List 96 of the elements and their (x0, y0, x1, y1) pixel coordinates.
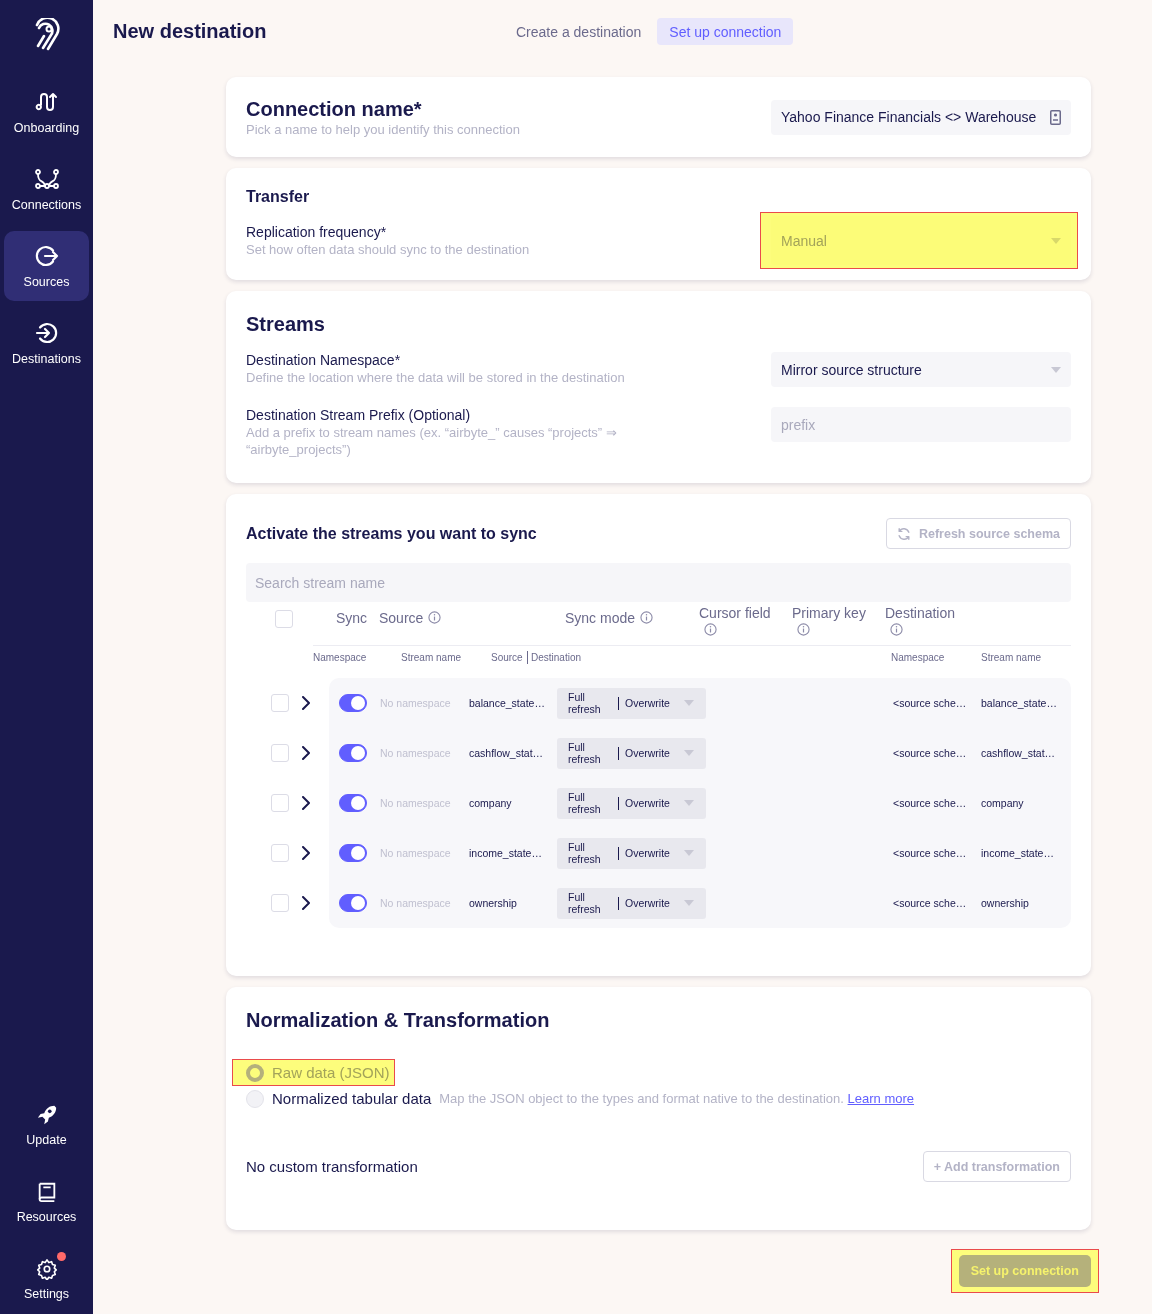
destination-namespace-cell-text: <source sche… (893, 847, 968, 859)
row-checkbox[interactable] (271, 844, 289, 862)
column-header: Destination (885, 605, 956, 621)
sync-mode-dropdown[interactable]: Full refresh Overwrite (557, 887, 706, 919)
sync-mode-dropdown[interactable]: Full refresh Overwrite (557, 737, 706, 769)
destination-stream-cell-text: cashflow_stat… (981, 747, 1057, 759)
step-tab[interactable]: Create a destination (504, 18, 654, 45)
sidebar-item[interactable]: Connections (4, 154, 89, 224)
destination-stream-cell-text: income_state… (981, 847, 1055, 859)
field-value: Yahoo Finance Financials <> Warehouse (781, 109, 1037, 125)
field-label: Replication frequency* (246, 223, 388, 241)
chevron-right-icon[interactable] (302, 746, 310, 760)
sync-toggle[interactable] (339, 794, 367, 812)
search-field[interactable]: Search stream name (246, 563, 1071, 602)
sidebar-item[interactable]: Resources (4, 1167, 89, 1237)
sync-mode-dropdown[interactable]: Full refresh Overwrite (557, 837, 706, 869)
field-label: Destination Namespace* (246, 352, 402, 369)
step-tab[interactable]: Set up connection (657, 18, 794, 45)
namespace-dropdown[interactable]: Mirror source structure (771, 352, 1071, 387)
sidebar-item[interactable]: Update (4, 1090, 89, 1160)
caret-down-icon (684, 900, 694, 906)
card-title: Normalization & Transformation (246, 1008, 551, 1032)
sync-toggle[interactable] (339, 894, 367, 912)
page-title: New destination (113, 19, 268, 44)
subcolumn-header: Stream name (401, 651, 463, 663)
sync-mode-dropdown[interactable]: Full refresh Overwrite (557, 787, 706, 819)
caret-down-icon (684, 800, 694, 806)
destination-namespace-cell-text: <source sche… (893, 747, 968, 759)
hint-text: Define the location where the data will be stored in the destination (246, 369, 626, 386)
subcolumn-header: Source (491, 651, 523, 663)
card-title: Streams (246, 312, 326, 336)
sidebar-item[interactable]: Sources (4, 231, 89, 301)
row-checkbox[interactable] (271, 794, 289, 812)
dropdown-value: Mirror source structure (781, 361, 922, 378)
subcolumn-header: Stream name (981, 651, 1043, 663)
destination-stream-cell-text: ownership (981, 897, 1030, 909)
gear-icon (35, 1257, 58, 1280)
caret-down-icon (684, 850, 694, 856)
card-title: Connection name* (246, 96, 423, 121)
column-header: Source (379, 610, 424, 626)
caret-down-icon (1051, 366, 1061, 373)
section-title: Activate the streams you want to sync (246, 523, 537, 544)
sync-toggle[interactable] (339, 744, 367, 762)
id-card-icon (1050, 109, 1061, 125)
subcolumn-header: Namespace (313, 651, 368, 663)
stream-name-cell-text: company (469, 797, 513, 809)
chevron-right-icon[interactable] (302, 896, 310, 910)
sync-toggle[interactable] (339, 694, 367, 712)
transformation-text: No custom transformation (246, 1158, 418, 1175)
nodes-icon (34, 166, 59, 191)
caret-down-icon (684, 700, 694, 706)
column-header: Primary key (792, 605, 866, 621)
sync-toggle[interactable] (339, 844, 367, 862)
caret-down-icon (1051, 237, 1061, 244)
learn-more-link[interactable]: Learn more (847, 1091, 915, 1106)
prefix-input[interactable]: prefix (771, 407, 1071, 442)
hint-text: Set how often data should sync to the destination (246, 240, 531, 258)
option-label[interactable]: Normalized tabular data (272, 1090, 432, 1107)
chevron-right-icon[interactable] (302, 846, 310, 860)
stream-name-cell-text: cashflow_stat… (469, 747, 545, 759)
destination-namespace-cell-text: <source sche… (893, 897, 968, 909)
column-header: Sync (336, 610, 368, 626)
stream-name-cell-text: ownership (469, 897, 518, 909)
card-title: Transfer (246, 187, 311, 207)
stream-name-cell-text: balance_state… (469, 697, 546, 709)
option-description: Map the JSON object to the types and format native to the destination. Learn more (439, 1091, 915, 1106)
hint-text: Add a prefix to stream names (ex. “airbyte_” causes “projects” ⇒ “airbyte_projects”) (246, 424, 618, 458)
column-header: Cursor field (699, 605, 771, 621)
dropdown-value: Manual (781, 232, 827, 249)
hint-text: Pick a name to help you identify this connection (246, 120, 520, 138)
chevron-right-icon[interactable] (302, 696, 310, 710)
chevron-right-icon[interactable] (302, 796, 310, 810)
field-label: Destination Stream Prefix (Optional) (246, 407, 472, 424)
sidebar-item[interactable]: Settings (4, 1244, 89, 1314)
subcolumn-header: Destination (530, 651, 581, 663)
radio-button[interactable] (246, 1063, 264, 1082)
destination-stream-cell-text: balance_state… (981, 697, 1058, 709)
row-checkbox[interactable] (271, 894, 289, 912)
sidebar-item[interactable]: Onboarding (4, 77, 89, 147)
arrow-in-circle-icon (34, 320, 59, 345)
sync-mode-dropdown[interactable]: Full refresh Overwrite (557, 687, 706, 719)
subcolumn-header: Namespace (891, 651, 946, 663)
select-all-checkbox[interactable] (275, 610, 293, 628)
arrow-out-circle-icon (34, 243, 59, 268)
sidebar-item[interactable]: Destinations (4, 308, 89, 378)
destination-namespace-cell-text: <source sche… (893, 697, 968, 709)
destination-namespace-cell-text: <source sche… (893, 797, 968, 809)
stream-name-cell-text: income_state… (469, 847, 543, 859)
refresh-icon (896, 526, 911, 541)
row-checkbox[interactable] (271, 694, 289, 712)
destination-stream-cell-text: company (981, 797, 1025, 809)
name-field[interactable]: Yahoo Finance Financials <> Warehouse (771, 99, 1071, 135)
rocket-icon (35, 1103, 58, 1126)
row-checkbox[interactable] (271, 744, 289, 762)
column-header: Sync mode (565, 610, 636, 626)
caret-down-icon (684, 750, 694, 756)
